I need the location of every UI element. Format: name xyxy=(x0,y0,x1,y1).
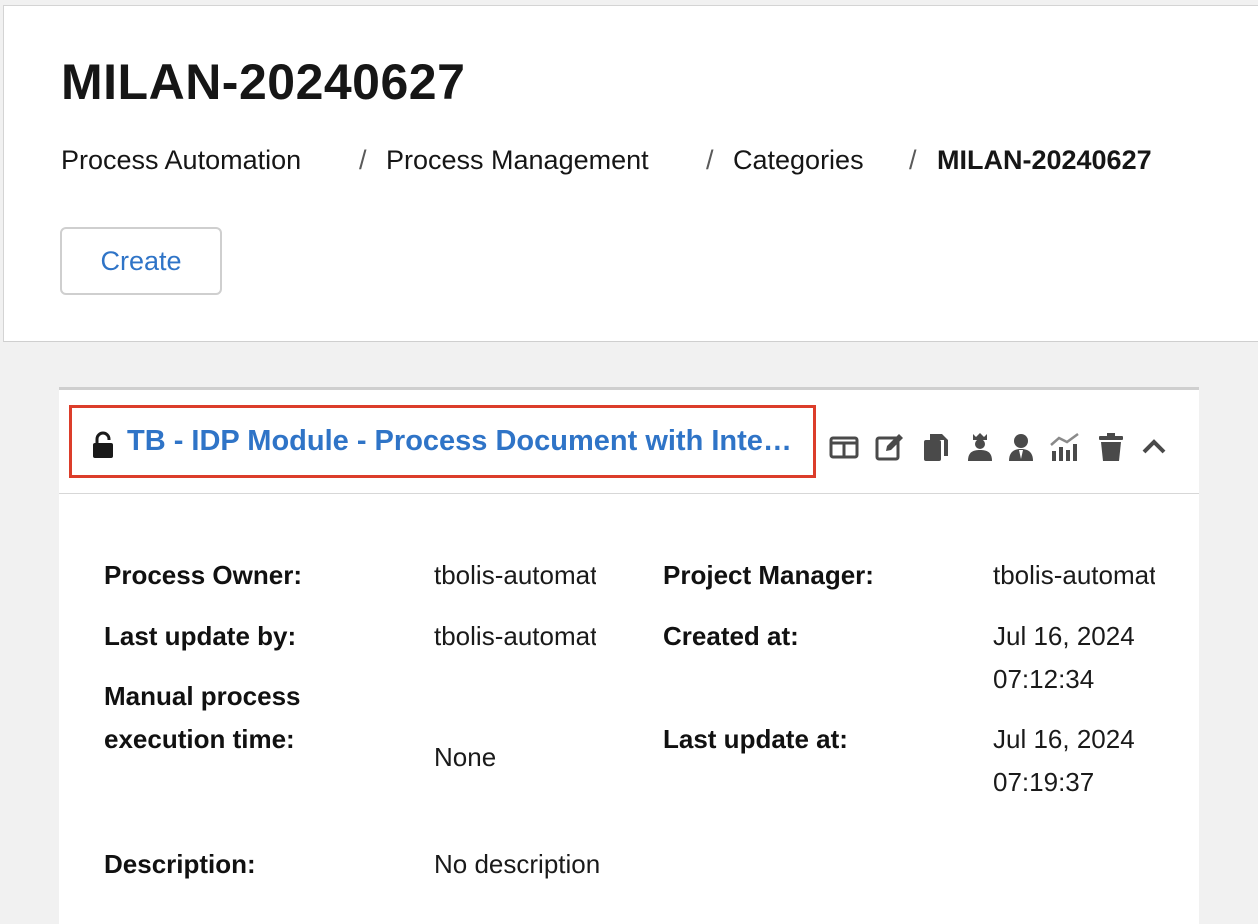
columns-icon[interactable] xyxy=(828,431,860,463)
page-header: MILAN-20240627 Process Automation / Proc… xyxy=(3,5,1258,342)
process-details: Process Owner: tbolis-automation Project… xyxy=(59,494,1199,924)
process-card: TB - IDP Module - Process Document with … xyxy=(59,387,1199,924)
last-update-at-value: Jul 16, 2024 07:19:37 xyxy=(993,724,1135,797)
process-owner-value: tbolis-automation xyxy=(434,560,596,590)
process-title-link[interactable]: TB - IDP Module - Process Document with … xyxy=(127,425,803,458)
create-button[interactable]: Create xyxy=(60,227,222,295)
breadcrumb-separator: / xyxy=(909,145,917,175)
process-owner-label: Process Owner: xyxy=(104,560,302,590)
unlocked-lock-icon[interactable] xyxy=(91,431,117,459)
breadcrumb-separator: / xyxy=(706,145,714,175)
last-update-by-label: Last update by: xyxy=(104,621,297,651)
manual-execution-time-label: Manual process execution time: xyxy=(104,681,301,754)
project-manager-label: Project Manager: xyxy=(663,560,874,590)
user-icon[interactable] xyxy=(1005,431,1037,463)
copy-icon[interactable] xyxy=(920,431,952,463)
last-update-by-value: tbolis-automation xyxy=(434,621,596,651)
description-label: Description: xyxy=(104,849,256,879)
page-title: MILAN-20240627 xyxy=(61,54,466,110)
breadcrumb-item-process-management[interactable]: Process Management xyxy=(386,145,649,176)
last-update-at-label: Last update at: xyxy=(663,724,848,754)
project-manager-value: tbolis-automation xyxy=(993,560,1155,590)
breadcrumb-item-process-automation[interactable]: Process Automation xyxy=(61,145,301,176)
created-at-value: Jul 16, 2024 07:12:34 xyxy=(993,621,1135,694)
breadcrumb-item-categories[interactable]: Categories xyxy=(733,145,864,176)
created-at-label: Created at: xyxy=(663,621,799,651)
chevron-up-icon[interactable] xyxy=(1138,431,1170,463)
manual-execution-time-value: None xyxy=(434,742,497,772)
breadcrumb-item-current: MILAN-20240627 xyxy=(937,145,1152,175)
edit-icon[interactable] xyxy=(874,431,906,463)
description-value: No description xyxy=(434,849,601,879)
owner-icon[interactable] xyxy=(964,431,996,463)
breadcrumb-separator: / xyxy=(359,145,367,175)
analytics-icon[interactable] xyxy=(1049,431,1081,463)
process-card-header: TB - IDP Module - Process Document with … xyxy=(59,390,1199,494)
trash-icon[interactable] xyxy=(1095,431,1127,463)
process-title-highlight: TB - IDP Module - Process Document with … xyxy=(69,405,816,478)
